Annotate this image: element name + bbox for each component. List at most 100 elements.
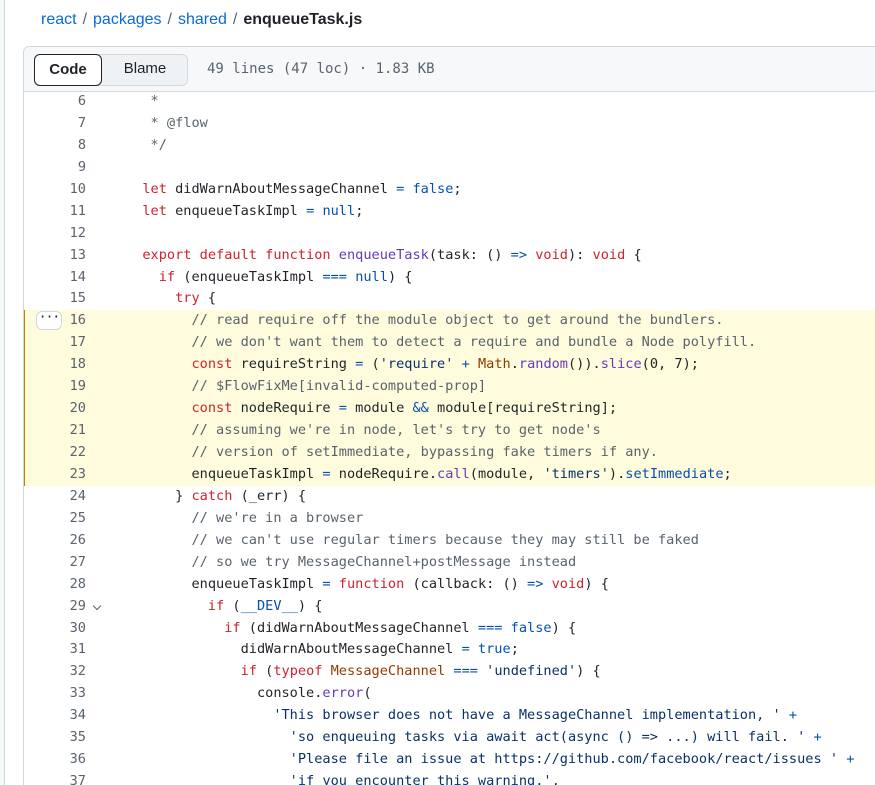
breadcrumb-link-react[interactable]: react: [41, 11, 77, 28]
code-token: // we can't use regular timers because t…: [126, 531, 699, 548]
code-token: // assuming we're in node, let's try to …: [126, 422, 601, 439]
line-number[interactable]: 37: [24, 771, 86, 785]
code-token: ===: [453, 663, 478, 680]
code-token: *: [126, 93, 159, 109]
blame-tab-button[interactable]: Blame: [105, 54, 185, 86]
code-token: {: [207, 290, 217, 307]
code-token: ===: [322, 268, 347, 285]
code-token: 'require': [379, 356, 454, 373]
line-number[interactable]: 18: [24, 354, 86, 376]
code-token: .: [510, 356, 519, 373]
line-number[interactable]: 12: [24, 223, 86, 245]
line-number[interactable]: 16: [24, 310, 86, 332]
breadcrumb-link-packages[interactable]: packages: [93, 11, 162, 28]
line-number[interactable]: 28: [24, 574, 86, 596]
code-token: slice: [600, 356, 642, 373]
code-line: 10 let didWarnAboutMessageChannel = fals…: [24, 179, 875, 201]
code-token: +: [813, 729, 822, 746]
line-number[interactable]: 21: [24, 420, 86, 442]
code-token: // read require off the module object to…: [126, 312, 724, 329]
code-token: random: [518, 356, 568, 373]
code-text: *: [126, 91, 159, 113]
breadcrumb-separator: /: [167, 11, 172, 28]
code-line: 33 console.error(: [24, 683, 875, 705]
code-line: 18 const requireString = ('require' + Ma…: [24, 354, 875, 377]
code-token: =>: [527, 575, 544, 592]
code-token: if: [126, 597, 233, 614]
line-number[interactable]: 9: [24, 157, 86, 179]
code-text: console.error(: [126, 683, 372, 705]
code-token: error: [322, 685, 364, 702]
code-line: 26 // we can't use regular timers becaus…: [24, 530, 875, 552]
line-number[interactable]: 32: [24, 661, 86, 683]
line-number[interactable]: 8: [24, 135, 86, 157]
code-token: let: [126, 180, 176, 197]
code-tab-button[interactable]: Code: [34, 54, 102, 86]
line-number[interactable]: 11: [24, 201, 86, 223]
code-text: didWarnAboutMessageChannel = true;: [126, 639, 519, 661]
code-text: // so we try MessageChannel+postMessage …: [126, 552, 576, 574]
line-number[interactable]: 31: [24, 639, 86, 661]
line-number[interactable]: 14: [24, 267, 86, 289]
line-number[interactable]: 17: [24, 332, 86, 354]
line-number[interactable]: 7: [24, 113, 86, 135]
code-token: 'Please file an issue at https://github.…: [126, 751, 839, 768]
code-token: (: [363, 685, 372, 702]
line-number[interactable]: 27: [24, 552, 86, 574]
line-number[interactable]: 19: [24, 376, 86, 398]
line-number[interactable]: 13: [24, 245, 86, 267]
code-token: call: [437, 465, 470, 482]
code-token: MessageChannel: [330, 663, 446, 680]
code-line: 25 // we're in a browser: [24, 508, 875, 530]
code-token: +: [846, 751, 855, 768]
code-token: +: [788, 707, 798, 724]
code-token: 'if you encounter this warning.': [126, 773, 552, 785]
line-number[interactable]: 24: [24, 486, 86, 508]
line-number[interactable]: 25: [24, 508, 86, 530]
code-text: 'Please file an issue at https://github.…: [126, 749, 855, 771]
line-number[interactable]: 26: [24, 530, 86, 552]
code-viewer[interactable]: 6 * 7 * @flow 8 */9 10 let didWarnAboutMess…: [23, 91, 875, 785]
breadcrumb-link-shared[interactable]: shared: [178, 11, 227, 28]
code-text: try {: [126, 288, 216, 310]
code-token: // we don't want them to detect a requir…: [126, 334, 757, 351]
code-text: // read require off the module object to…: [126, 310, 723, 332]
code-line: 37 'if you encounter this warning.',: [24, 771, 875, 785]
line-number[interactable]: 36: [24, 749, 86, 771]
code-token: }: [126, 487, 192, 504]
code-token: didWarnAboutMessageChannel: [175, 180, 397, 197]
code-text: // we're in a browser: [126, 508, 363, 530]
file-info: 49 lines (47 loc) · 1.83 KB: [207, 61, 435, 77]
code-text: const requireString = ('require' + Math.…: [126, 354, 699, 376]
code-token: enqueueTask: [338, 246, 429, 263]
code-token: ) {: [387, 268, 413, 285]
line-number[interactable]: 33: [24, 683, 86, 705]
line-number[interactable]: 15: [24, 288, 86, 310]
code-text: if (typeof MessageChannel === 'undefined…: [126, 661, 601, 683]
line-number[interactable]: 22: [24, 442, 86, 464]
line-number[interactable]: 23: [24, 464, 86, 486]
code-line: 23 enqueueTaskImpl = nodeRequire.call(mo…: [24, 463, 875, 486]
line-number[interactable]: 10: [24, 179, 86, 201]
code-token: (module,: [469, 465, 544, 482]
code-text: if (didWarnAboutMessageChannel === false…: [126, 618, 576, 640]
code-token: true: [477, 641, 511, 658]
code-token: try: [126, 290, 208, 307]
line-number[interactable]: 29: [24, 596, 86, 618]
line-number[interactable]: 35: [24, 727, 86, 749]
line-number[interactable]: 20: [24, 398, 86, 420]
code-text: 'so enqueuing tasks via await act(async …: [126, 727, 822, 749]
code-token: (task: (): [428, 246, 511, 263]
line-number[interactable]: 34: [24, 705, 86, 727]
line-number[interactable]: 30: [24, 618, 86, 640]
code-token: {: [625, 246, 642, 263]
code-token: console.: [126, 685, 323, 702]
line-number[interactable]: 6: [24, 91, 86, 113]
code-token: ,: [551, 773, 560, 785]
code-token: false: [510, 619, 552, 636]
code-line: 27 // so we try MessageChannel+postMessa…: [24, 552, 875, 574]
